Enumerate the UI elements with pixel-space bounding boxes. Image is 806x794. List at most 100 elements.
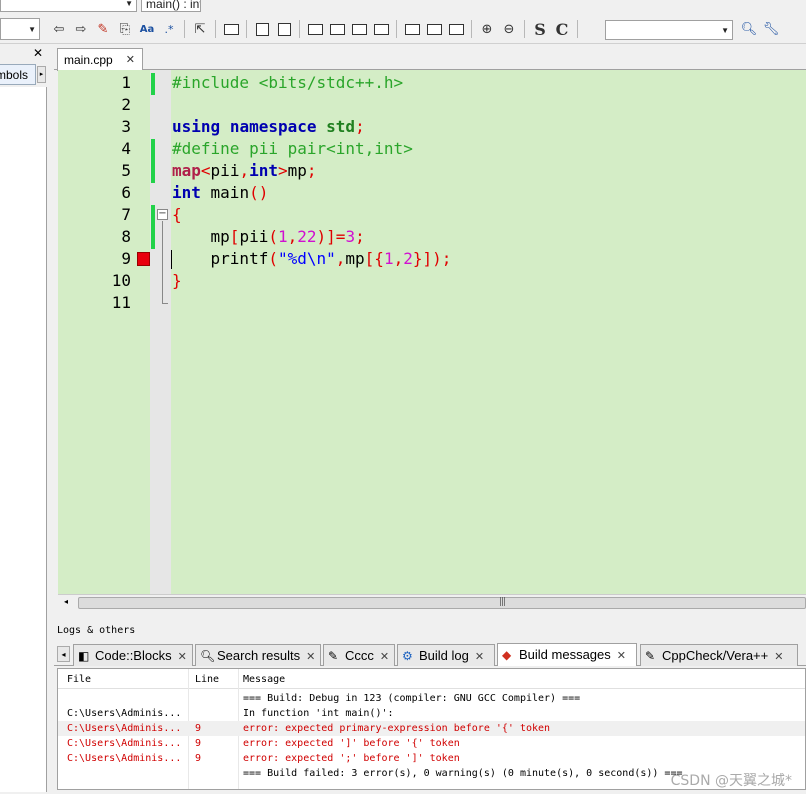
code-line: map<pii,int>mp;: [172, 161, 317, 180]
shape-2-icon[interactable]: [423, 19, 445, 39]
target-select[interactable]: ▼: [0, 18, 40, 40]
close-management-icon[interactable]: ✕: [33, 46, 43, 60]
line-number: 8: [121, 227, 131, 246]
change-marker: [151, 73, 155, 95]
gear-icon: ⚙: [402, 649, 413, 663]
search-select[interactable]: ▼: [605, 20, 733, 40]
match-case-icon[interactable]: Aa: [136, 19, 158, 39]
shape-1-icon[interactable]: [401, 19, 423, 39]
tab-build-messages[interactable]: ◆ Build messages ✕: [497, 643, 637, 666]
flowchart-icon[interactable]: [251, 19, 273, 39]
codeblocks-icon: ◧: [78, 649, 90, 663]
watermark: CSDN @天翼之城*: [670, 773, 792, 789]
cppcheck-icon: ✎: [645, 649, 656, 663]
line-number: 4: [121, 139, 131, 158]
editor-tabbar: main.cpp ✕: [54, 46, 806, 71]
tab-cccc[interactable]: ✎ Cccc ✕: [323, 644, 395, 666]
hscroll-thumb[interactable]: |||: [78, 597, 806, 609]
line-number: 3: [121, 117, 131, 136]
regex-icon[interactable]: .*: [158, 19, 180, 39]
line-number: 1: [121, 73, 131, 92]
shape-3-icon[interactable]: [445, 19, 467, 39]
tab-cppcheck[interactable]: ✎ CppCheck/Vera++ ✕: [640, 644, 798, 666]
table-row[interactable]: === Build: Debug in 123 (compiler: GNU G…: [58, 691, 805, 706]
change-marker: [151, 205, 155, 249]
error-marker-icon[interactable]: [137, 252, 150, 266]
close-tab-icon[interactable]: ✕: [306, 651, 315, 663]
tab-build-log[interactable]: ⚙ Build log ✕: [397, 644, 495, 666]
editor-hscrollbar[interactable]: ◂ |||: [58, 594, 806, 610]
settings-wrench-icon[interactable]: 🔧︎: [760, 19, 782, 39]
table-row[interactable]: C:\Users\Adminis... 9 error: expected ';…: [58, 751, 805, 766]
search-icon: 🔍︎: [200, 649, 216, 663]
code-line: }: [172, 271, 182, 290]
code-completion-select[interactable]: [141, 0, 805, 12]
tab-scroll-right-icon[interactable]: ▸: [37, 66, 46, 83]
tabs-scroll-left-icon[interactable]: ◂: [57, 646, 70, 662]
tab-main-cpp[interactable]: main.cpp ✕: [57, 48, 143, 71]
line-number: 7: [121, 205, 131, 224]
case-block-icon[interactable]: [370, 19, 392, 39]
table-row[interactable]: C:\Users\Adminis... 9 error: expected ']…: [58, 736, 805, 751]
code-line: printf("%d\n",mp[{1,2}]);: [172, 249, 452, 268]
column-line[interactable]: Line: [195, 674, 219, 685]
highlight-icon[interactable]: ✎: [92, 19, 114, 39]
close-tab-icon[interactable]: ✕: [178, 651, 187, 663]
logs-title: Logs & others: [57, 625, 136, 636]
line-number: 5: [121, 161, 131, 180]
tab-search-results[interactable]: 🔍︎ Search results ✕: [195, 644, 321, 666]
switch-block-icon[interactable]: [348, 19, 370, 39]
close-tab-icon[interactable]: ✕: [617, 650, 626, 662]
code-line: using namespace std;: [172, 117, 365, 136]
table-row[interactable]: C:\Users\Adminis... In function 'int mai…: [58, 706, 805, 721]
main-toolbar: main() : int ▼ ▼ ⇦ ⇨ ✎ ⎘ Aa .* ⇱ ⊕ ⊖ S C: [0, 0, 806, 44]
s-tool-icon[interactable]: S: [529, 19, 551, 39]
change-marker: [151, 139, 155, 183]
zoom-out-icon[interactable]: ⊖: [498, 19, 520, 39]
build-messages-icon: ◆: [502, 648, 512, 662]
management-body: [0, 87, 47, 792]
code-line: int main(): [172, 183, 269, 202]
management-pane: ✕ Symbols ▸: [0, 44, 50, 792]
find-icon[interactable]: 🔍︎: [738, 19, 760, 39]
select-cursor-icon[interactable]: ⇱: [189, 19, 211, 39]
column-message[interactable]: Message: [243, 674, 285, 685]
fold-toggle-icon[interactable]: −: [157, 209, 168, 220]
block-icon[interactable]: [220, 19, 242, 39]
code-line: #define pii pair<int,int>: [172, 139, 413, 158]
line-number: 2: [121, 95, 131, 114]
c-tool-icon[interactable]: C: [551, 19, 573, 39]
cccc-icon: ✎: [328, 649, 339, 663]
loop-block-icon[interactable]: [326, 19, 348, 39]
line-number-gutter: 1 2 3 4 5 6 7 8 9 10 11: [58, 70, 150, 594]
if-block-icon[interactable]: [304, 19, 326, 39]
close-tab-icon[interactable]: ✕: [126, 53, 135, 66]
table-header: File Line Message: [58, 669, 805, 689]
code-text[interactable]: #include <bits/stdc++.h> using namespace…: [171, 70, 806, 594]
column-file[interactable]: File: [67, 674, 91, 685]
code-line: {: [172, 205, 182, 224]
replace-icon[interactable]: ⎘: [114, 19, 136, 39]
code-editor[interactable]: 1 2 3 4 5 6 7 8 9 10 11 − #include <bits/stdc++.h>…: [58, 70, 806, 594]
close-tab-icon[interactable]: ✕: [380, 651, 389, 663]
scroll-left-icon[interactable]: ◂: [64, 597, 68, 606]
tab-codeblocks[interactable]: ◧ Code::Blocks ✕: [73, 644, 193, 666]
jump-forward-icon[interactable]: ⇨: [70, 19, 92, 39]
line-number: 11: [111, 293, 131, 312]
line-number: 6: [121, 183, 131, 202]
tab-symbols[interactable]: Symbols: [0, 64, 36, 85]
line-number: 10: [111, 271, 131, 290]
zoom-in-icon[interactable]: ⊕: [476, 19, 498, 39]
toolbar-buttons: ⇦ ⇨ ✎ ⎘ Aa .* ⇱ ⊕ ⊖ S C: [48, 18, 582, 40]
close-tab-icon[interactable]: ✕: [475, 651, 484, 663]
scope-select[interactable]: ▼: [0, 0, 137, 12]
logs-tabbar: ◂ ◧ Code::Blocks ✕ 🔍︎ Search results ✕ ✎ Cccc…: [54, 642, 806, 666]
line-number: 9: [121, 249, 131, 268]
code-line: #include <bits/stdc++.h>: [172, 73, 404, 92]
logs-pane: Logs & others ◂ ◧ Code::Blocks ✕ 🔍︎ Search …: [54, 620, 806, 792]
jump-back-icon[interactable]: ⇦: [48, 19, 70, 39]
code-line: mp[pii(1,22)]=3;: [172, 227, 365, 246]
table-row[interactable]: C:\Users\Adminis... 9 error: expected pr…: [58, 721, 805, 736]
close-tab-icon[interactable]: ✕: [774, 651, 783, 663]
structure-icon[interactable]: [273, 19, 295, 39]
